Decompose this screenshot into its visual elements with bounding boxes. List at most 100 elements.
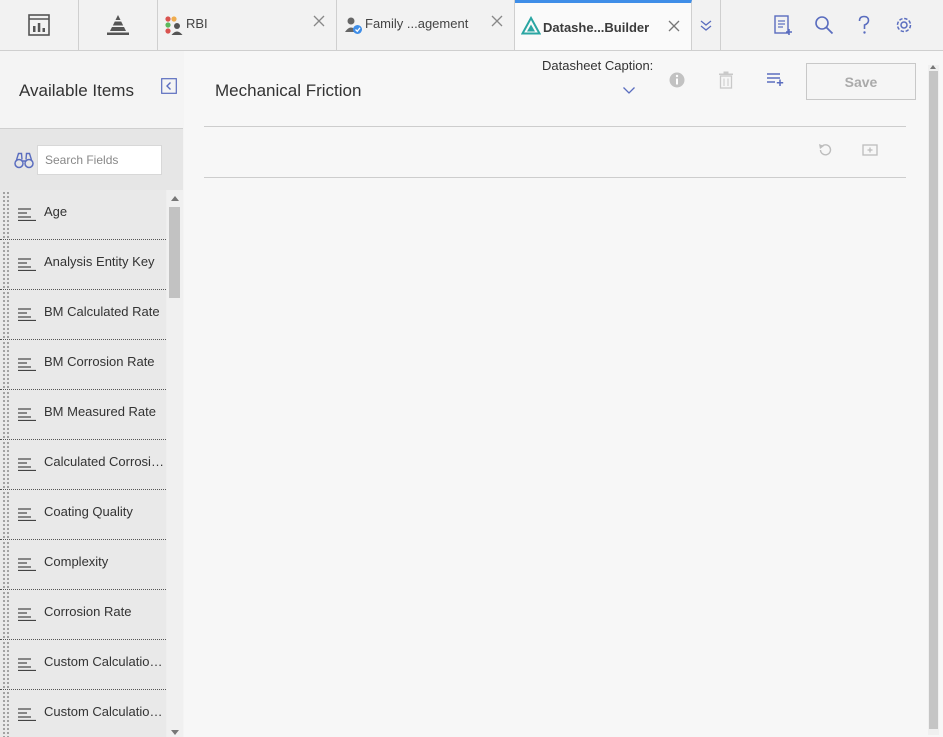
tab-rbi[interactable]: RBI	[158, 0, 337, 50]
scroll-up-arrow[interactable]	[930, 65, 936, 69]
scroll-up-arrow[interactable]	[171, 196, 179, 201]
text-field-icon	[18, 458, 36, 471]
field-list-item-label: Coating Quality	[44, 504, 133, 519]
collapse-panel-icon[interactable]	[161, 78, 177, 94]
field-list-item-label: Calculated Corrosion Rate	[44, 454, 166, 469]
field-list-item-label: Custom Calculation Units	[44, 704, 166, 719]
field-list-item[interactable]: Corrosion Rate	[0, 590, 166, 640]
scrollbar-thumb[interactable]	[169, 207, 180, 298]
save-button[interactable]: Save	[806, 63, 916, 100]
drag-handle[interactable]	[2, 691, 10, 737]
drag-handle[interactable]	[2, 341, 10, 388]
search-fields-input[interactable]	[37, 145, 162, 175]
field-list-item-label: Age	[44, 204, 68, 219]
close-icon[interactable]	[490, 14, 504, 28]
top-navigation-bar: RBI Family ...agement Datashe...Builder	[0, 0, 943, 51]
page-title: Mechanical Friction	[215, 81, 362, 100]
available-items-panel: Available Items Age Analysis Entity Key BM…	[0, 51, 183, 737]
search-icon	[815, 16, 834, 35]
drag-handle[interactable]	[2, 591, 10, 638]
sidebar-title: Available Items	[19, 81, 134, 100]
field-list-item-label: Custom Calculation Parameter	[44, 654, 166, 669]
field-list-item[interactable]: Complexity	[0, 540, 166, 590]
settings-icon	[896, 17, 912, 33]
new-document-button[interactable]	[772, 14, 794, 36]
field-list-item[interactable]: Analysis Entity Key	[0, 240, 166, 290]
rbi-icon	[165, 16, 183, 35]
chevron-down-icon	[700, 20, 712, 31]
tab-datasheet-builder[interactable]: Datashe...Builder	[515, 0, 692, 50]
chevron-down-icon[interactable]	[622, 84, 636, 96]
field-list-item[interactable]: Custom Calculation Units	[0, 690, 166, 737]
datasheet-builder-workspace: Mechanical Friction Datasheet Caption: S…	[184, 51, 943, 737]
sidebar-header: Available Items	[0, 51, 183, 129]
field-list-item[interactable]: BM Measured Rate	[0, 390, 166, 440]
datasheet-caption-label: Datasheet Caption:	[542, 58, 654, 73]
field-list-item-label: Complexity	[44, 554, 109, 569]
toolbar-divider	[204, 177, 906, 178]
drag-handle[interactable]	[2, 191, 10, 238]
drag-handle[interactable]	[2, 491, 10, 538]
field-list: Age Analysis Entity Key BM Calculated Rate…	[0, 190, 166, 737]
scrollbar-thumb[interactable]	[929, 71, 938, 729]
text-field-icon	[18, 608, 36, 621]
info-icon[interactable]	[668, 71, 686, 89]
text-field-icon	[18, 358, 36, 371]
drag-handle[interactable]	[2, 391, 10, 438]
workspace-scrollbar[interactable]	[928, 65, 939, 735]
search-area	[0, 129, 183, 190]
field-list-item[interactable]: Age	[0, 190, 166, 240]
drag-handle[interactable]	[2, 641, 10, 688]
dashboard-icon	[28, 14, 50, 36]
close-icon[interactable]	[312, 14, 326, 28]
header-divider	[204, 126, 906, 127]
global-search-button[interactable]	[813, 14, 835, 36]
tab-family-label: Family ...agement	[365, 16, 469, 31]
text-field-icon	[18, 558, 36, 571]
drag-handle[interactable]	[2, 291, 10, 338]
undo-icon[interactable]	[817, 142, 833, 158]
field-list-item-label: Analysis Entity Key	[44, 254, 155, 269]
text-field-icon	[18, 658, 36, 671]
new-document-icon	[774, 15, 792, 35]
field-list-item[interactable]: BM Corrosion Rate	[0, 340, 166, 390]
field-list-item[interactable]: Custom Calculation Parameter	[0, 640, 166, 690]
field-list-item-label: Corrosion Rate	[44, 604, 132, 619]
field-list-item-label: BM Measured Rate	[44, 404, 156, 419]
pyramid-icon	[107, 15, 129, 35]
more-tabs-button[interactable]	[692, 0, 721, 50]
field-list-scrollbar[interactable]	[167, 190, 183, 737]
drag-handle[interactable]	[2, 441, 10, 488]
dashboard-button[interactable]	[0, 0, 79, 50]
tab-family-management[interactable]: Family ...agement	[337, 0, 515, 50]
field-list-item-label: BM Corrosion Rate	[44, 354, 155, 369]
tab-datasheet-label: Datashe...Builder	[543, 20, 650, 35]
help-icon	[858, 15, 870, 34]
text-field-icon	[18, 258, 36, 271]
drag-handle[interactable]	[2, 241, 10, 288]
insert-field-icon[interactable]	[862, 143, 878, 157]
datasheet-builder-icon	[521, 16, 541, 35]
text-field-icon	[18, 708, 36, 721]
text-field-icon	[18, 508, 36, 521]
scroll-down-arrow[interactable]	[171, 730, 179, 735]
help-button[interactable]	[853, 14, 875, 36]
field-list-item-label: BM Calculated Rate	[44, 304, 160, 319]
text-field-icon	[18, 408, 36, 421]
family-management-icon	[345, 17, 362, 34]
app-window: RBI Family ...agement Datashe...Builder …	[0, 0, 943, 737]
field-list-container: Age Analysis Entity Key BM Calculated Rate…	[0, 190, 183, 737]
drag-handle[interactable]	[2, 541, 10, 588]
close-icon[interactable]	[667, 19, 681, 33]
field-list-item[interactable]: Coating Quality	[0, 490, 166, 540]
trash-icon[interactable]	[718, 71, 734, 89]
tab-rbi-label: RBI	[186, 16, 208, 31]
field-list-item[interactable]: Calculated Corrosion Rate	[0, 440, 166, 490]
text-field-icon	[18, 208, 36, 221]
binoculars-icon	[14, 152, 34, 169]
field-list-item[interactable]: BM Calculated Rate	[0, 290, 166, 340]
text-field-icon	[18, 308, 36, 321]
add-row-icon[interactable]	[766, 71, 784, 87]
settings-button[interactable]	[893, 14, 915, 36]
asset-strategy-button[interactable]	[79, 0, 158, 50]
